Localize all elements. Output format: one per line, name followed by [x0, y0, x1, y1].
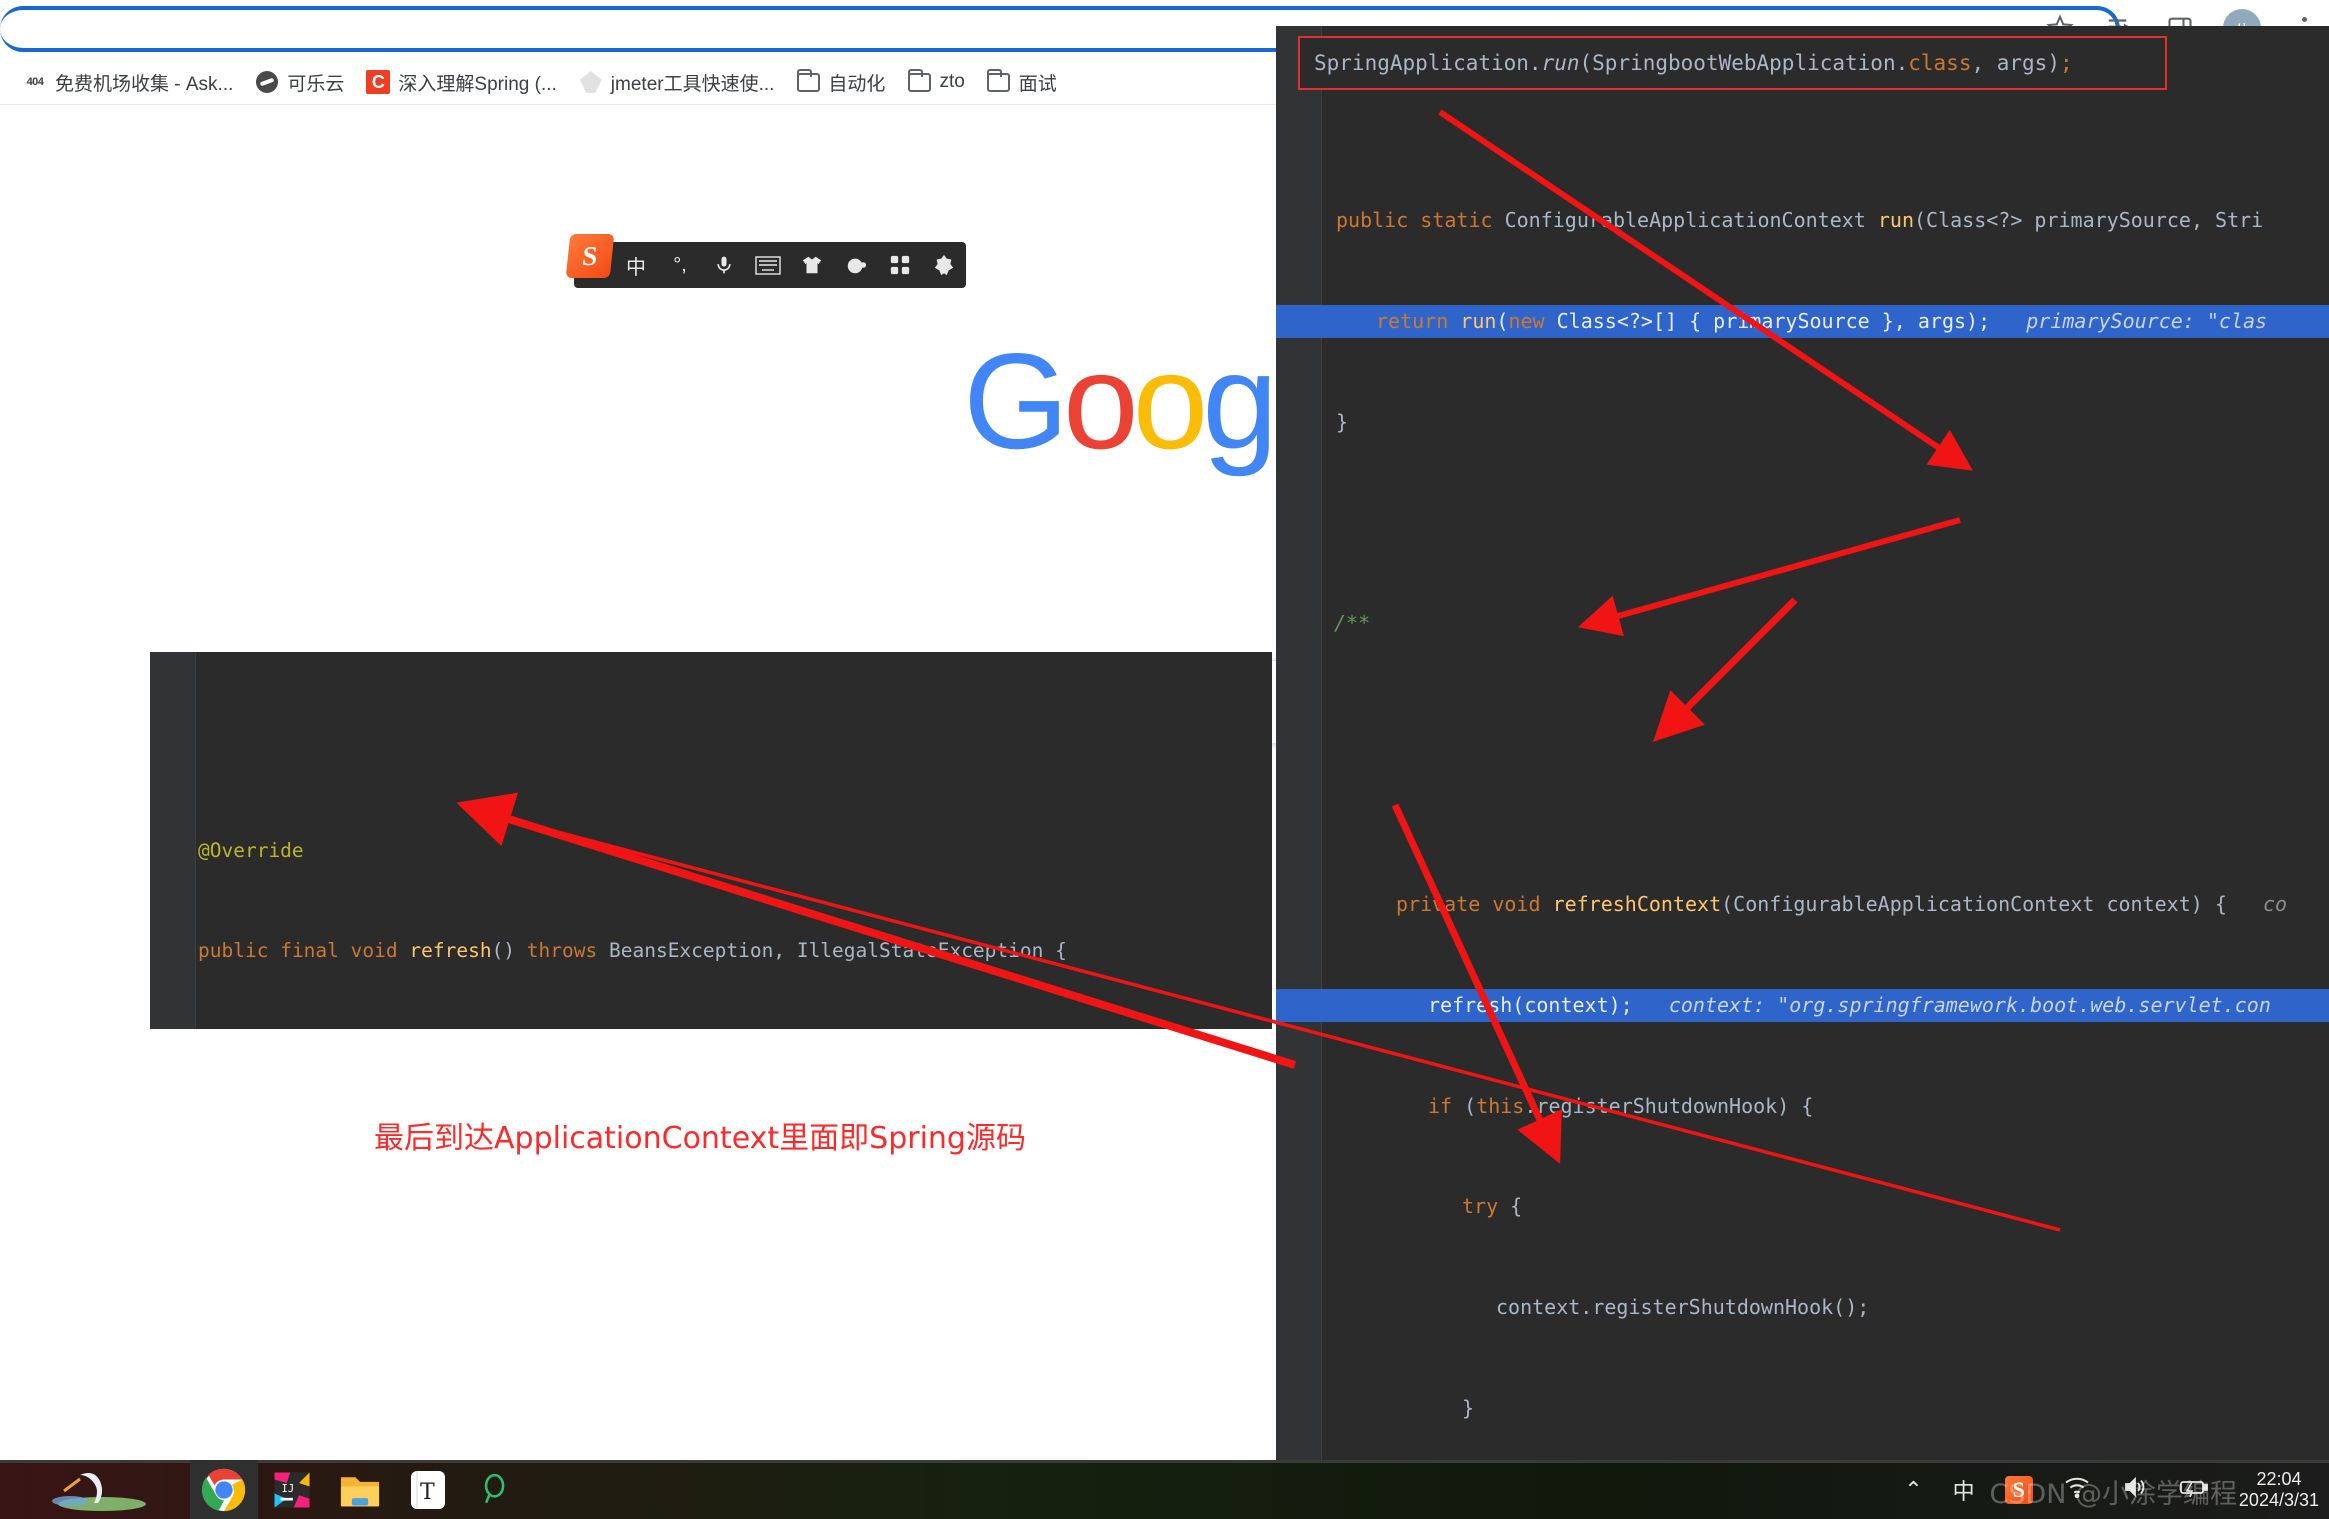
- settings-button[interactable]: [930, 250, 958, 280]
- taskbar-item-chrome[interactable]: [190, 1460, 258, 1519]
- taskbar-apps: IJ T: [0, 1460, 530, 1519]
- code-lines: @Override public final void refresh() th…: [150, 767, 1272, 1030]
- csdn-watermark: CSDN @小涂学编程: [1989, 1479, 2237, 1510]
- bookmark-label: 面试: [1018, 73, 1057, 95]
- taskbar-item-file-explorer[interactable]: [326, 1460, 394, 1519]
- skin-button[interactable]: [798, 250, 826, 280]
- bookmark-item-1[interactable]: 可乐云: [246, 64, 353, 101]
- show-hidden-icons-button[interactable]: ⌃: [1904, 1477, 1922, 1503]
- clock[interactable]: 22:04 2024/3/31: [2239, 1469, 2319, 1511]
- highlighted-code-call: SpringApplication.run(SpringbootWebAppli…: [1298, 36, 2167, 90]
- svg-text:T: T: [420, 1480, 435, 1505]
- taskbar-item-typora[interactable]: T: [394, 1460, 462, 1519]
- feather-icon: [579, 70, 603, 94]
- taskbar-item-desktop-peek[interactable]: [0, 1460, 190, 1519]
- bookmark-item-4[interactable]: 自动化: [787, 64, 894, 101]
- screen: 八 404 免费机场收集 - Ask... 可乐云 C 深入理解Spring (…: [0, 0, 2329, 1519]
- chinese-mode-button[interactable]: 中: [622, 250, 650, 280]
- taskbar-item-intellij-idea[interactable]: IJ: [258, 1460, 326, 1519]
- bookmark-label: 免费机场收集 - Ask...: [55, 73, 234, 95]
- bookmark-label: jmeter工具快速使...: [610, 73, 775, 95]
- code-lines: public static ConfigurableApplicationCon…: [1276, 137, 2329, 710]
- folder-icon: [986, 68, 1011, 94]
- folder-icon: [796, 68, 820, 94]
- csdn-c-icon: C: [366, 70, 391, 94]
- logo-letter: G: [963, 325, 1069, 477]
- bookmark-item-6[interactable]: 面试: [978, 64, 1066, 101]
- clock-time: 22:04: [2256, 1468, 2302, 1489]
- soft-keyboard-button[interactable]: [754, 250, 782, 280]
- ime-indicator[interactable]: 中: [1953, 1474, 1975, 1506]
- clock-date: 2024/3/31: [2238, 1489, 2319, 1510]
- bookmark-label: zto: [939, 71, 965, 92]
- svg-text:IJ: IJ: [282, 1482, 295, 1494]
- bookmark-label: 自动化: [828, 73, 886, 95]
- 404-icon: 404: [26, 76, 44, 88]
- apps-button[interactable]: [886, 250, 914, 280]
- code-lines: private void refreshContext(Configurable…: [1276, 821, 2329, 1460]
- globe-icon: [255, 70, 279, 94]
- sogou-logo-icon[interactable]: S: [565, 234, 615, 278]
- code-panel-springapplication-run[interactable]: public static ConfigurableApplicationCon…: [1276, 26, 2329, 710]
- sogou-ime-toolbar: 中 °,: [574, 242, 966, 288]
- top-strip-text: SpringApplication.run(SpringbootWebAppli…: [1314, 51, 2073, 75]
- voice-input-button[interactable]: [710, 250, 738, 280]
- taskbar: IJ T ⌃ 中 S 22:04 2024/3/31: [0, 1460, 2329, 1519]
- punctuation-button[interactable]: °,: [666, 250, 694, 280]
- logo-letter: g: [1202, 325, 1278, 477]
- bookmark-item-2[interactable]: C 深入理解Spring (...: [357, 64, 565, 101]
- logo-letter: o: [1063, 325, 1139, 477]
- logo-letter: o: [1132, 325, 1209, 477]
- taskbar-item-search[interactable]: [462, 1460, 530, 1519]
- bookmark-item-0[interactable]: 404 免费机场收集 - Ask...: [14, 64, 242, 101]
- bookmark-label: 可乐云: [287, 73, 345, 95]
- editor-gutter: [1276, 710, 1322, 1460]
- bookmark-label: 深入理解Spring (...: [398, 73, 557, 95]
- toolbox-button[interactable]: [842, 250, 870, 280]
- annotation-note: 最后到达ApplicationContext里面即Spring源码: [374, 1121, 1026, 1156]
- bookmark-item-5[interactable]: zto: [898, 65, 973, 99]
- bookmark-item-3[interactable]: jmeter工具快速使...: [570, 64, 784, 101]
- code-panel-refreshcontext[interactable]: private void refreshContext(Configurable…: [1276, 710, 2329, 1460]
- code-panel-servletwebserver-refresh[interactable]: @Override public final void refresh() th…: [150, 652, 1272, 1029]
- folder-icon: [907, 68, 931, 94]
